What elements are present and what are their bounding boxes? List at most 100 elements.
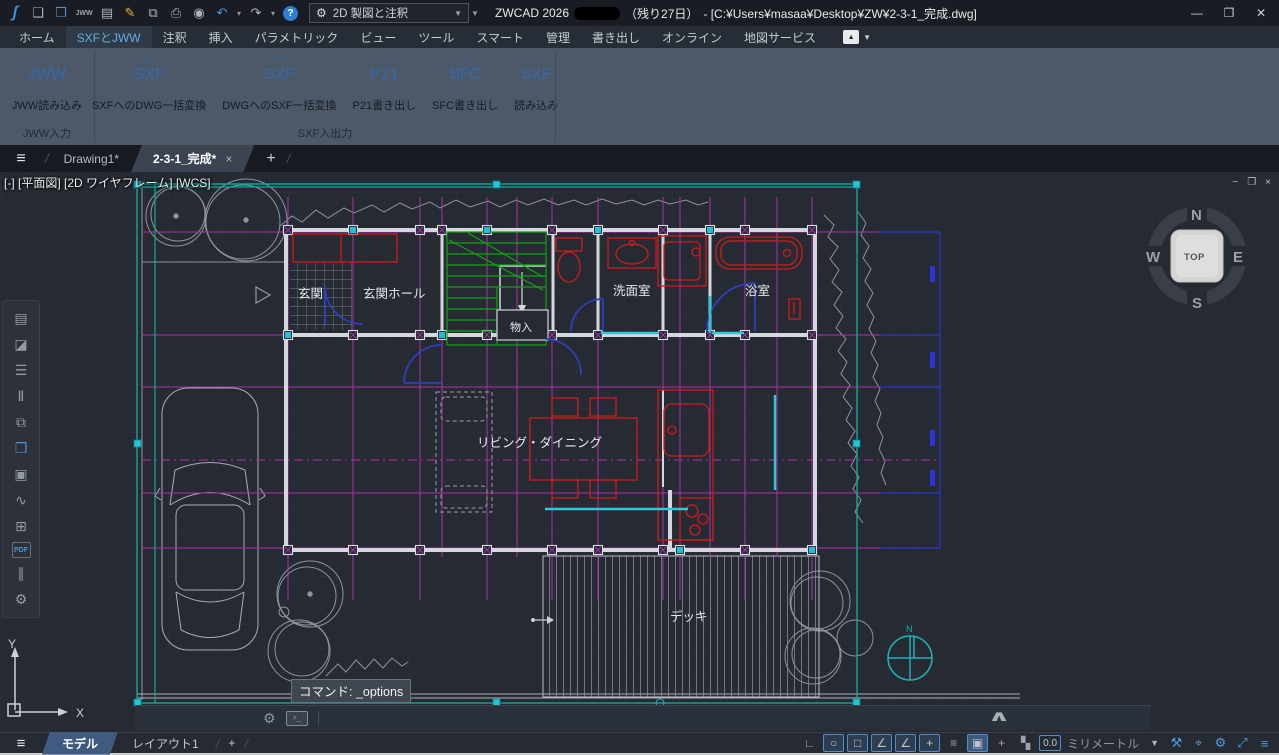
drawing-canvas[interactable]: N Y X 玄関 玄関ホール 物入 洗面室 浴室 リビング・ダイニング デッキ <box>0 172 1279 732</box>
tab-manage[interactable]: 管理 <box>535 26 581 49</box>
tab-parametric[interactable]: パラメトリック <box>244 26 350 49</box>
compass-west[interactable]: W <box>1146 249 1161 266</box>
image-attach-icon[interactable]: ▣ <box>9 464 33 485</box>
tab-tools[interactable]: ツール <box>407 26 465 49</box>
command-line-dock[interactable]: ⚙ >_ ∧ <box>135 705 1151 730</box>
sfc-down-arrow-icon: ↓ <box>463 53 467 66</box>
doc-tab-completed-drawing[interactable]: 2-3-1_完成* × <box>131 145 254 172</box>
angle-snap-icon[interactable]: ∠ <box>871 734 892 752</box>
copy-icon[interactable]: ⧉ <box>142 3 164 23</box>
pdf-export-icon[interactable]: PDF <box>12 542 31 558</box>
label-deck: デッキ <box>670 609 708 624</box>
tab-layout1[interactable]: レイアウト1 <box>118 732 213 755</box>
close-button[interactable]: ✕ <box>1247 3 1275 23</box>
smart-tools-icon[interactable]: ⚒ <box>1167 734 1186 752</box>
annotation-scale-icon[interactable]: + <box>991 734 1012 752</box>
units-precision-badge[interactable]: 0.0 <box>1039 735 1061 751</box>
tab-home[interactable]: ホーム <box>8 26 66 49</box>
sxf-batch-to-dwg-button[interactable]: ↓↓↓ SXF SXFへのDWG一括変換 <box>84 53 214 113</box>
new-tab-button[interactable]: + <box>266 150 275 168</box>
sxf-big-label: SXF <box>134 66 165 90</box>
tab-smart[interactable]: スマート <box>465 26 535 49</box>
redo-caret-icon[interactable]: ▾ <box>268 3 278 23</box>
tab-view[interactable]: ビュー <box>349 26 407 49</box>
compass-north[interactable]: N <box>1191 207 1202 224</box>
status-menu-icon[interactable]: ≡ <box>1255 734 1274 752</box>
dynamic-input-icon[interactable]: ∠ <box>895 734 916 752</box>
ribbon-collapse-up-icon[interactable]: ▲ <box>843 30 859 44</box>
ribbon-collapse-control[interactable]: ▲ ▼ <box>843 30 871 44</box>
palette-settings-icon[interactable]: ⚙ <box>9 589 33 610</box>
polyline-tool-icon[interactable]: ∿ <box>9 490 33 511</box>
undo-icon[interactable]: ↶ <box>211 3 233 23</box>
tab-model[interactable]: モデル <box>42 732 118 755</box>
app-logo-icon[interactable]: ʃ <box>4 3 26 23</box>
object-snap-icon[interactable]: □ <box>847 734 868 752</box>
sxf-import-button[interactable]: ↑ SXF 読み込み <box>506 53 566 113</box>
open-folder-icon[interactable]: ❒ <box>50 3 72 23</box>
workspace-dropdown[interactable]: ⚙ 2D 製図と注釈 ▼ <box>309 3 469 23</box>
undo-caret-icon[interactable]: ▾ <box>234 3 244 23</box>
block-library-icon[interactable]: ⧉ <box>9 412 33 433</box>
lineweight-icon[interactable]: ≡ <box>943 734 964 752</box>
settings-gear-icon[interactable]: ⚙ <box>1211 734 1230 752</box>
ortho-mode-icon[interactable]: ∟ <box>799 734 820 752</box>
qat-customize-icon[interactable]: ▼ <box>470 3 480 23</box>
selection-options-icon[interactable]: ⌖ <box>1189 734 1208 752</box>
command-window-icon[interactable]: >_ <box>286 711 308 726</box>
layout-menu-icon[interactable]: ≡ <box>0 735 42 752</box>
command-settings-icon[interactable]: ⚙ <box>263 710 276 727</box>
units-dropdown-icon[interactable]: ▼ <box>1150 738 1159 748</box>
parallel-tool-icon[interactable]: ∥ <box>9 563 33 584</box>
compass-east[interactable]: E <box>1233 249 1243 266</box>
layer-manager-icon[interactable]: ▤ <box>9 308 33 329</box>
tab-online[interactable]: オンライン <box>651 26 733 49</box>
expand-dock-chevron-icon[interactable]: ∧ <box>988 707 1011 725</box>
restore-button[interactable]: ❐ <box>1215 3 1243 23</box>
save-as-icon[interactable]: ✎ <box>119 3 141 23</box>
new-file-icon[interactable]: ❏ <box>27 3 49 23</box>
linetype-list-icon[interactable]: ☰ <box>9 360 33 381</box>
polar-tracking-icon[interactable]: ○ <box>823 734 844 752</box>
tab-insert[interactable]: 挿入 <box>198 26 244 49</box>
jww-import-icon[interactable]: JWW <box>73 3 95 23</box>
save-icon[interactable]: ▤ <box>96 3 118 23</box>
compass-south[interactable]: S <box>1192 295 1202 312</box>
help-icon[interactable]: ? <box>283 6 298 21</box>
doc-tab-drawing1[interactable]: Drawing1* <box>52 147 131 171</box>
p21-export-button[interactable]: ↓ P21 P21書き出し <box>345 53 425 113</box>
tab-annotate[interactable]: 注釈 <box>152 26 198 49</box>
ucs-y-label: Y <box>8 637 16 651</box>
add-layout-button[interactable]: + <box>222 733 241 753</box>
minimize-button[interactable]: — <box>1183 3 1211 23</box>
dynamic-ucs-icon[interactable]: ▣ <box>967 734 988 752</box>
preview-icon[interactable]: ◉ <box>188 3 210 23</box>
viewport-tool-icon[interactable]: ⊞ <box>9 516 33 537</box>
column-tool-icon[interactable]: Ⅱ <box>9 386 33 407</box>
fullscreen-icon[interactable]: ⤢ <box>1233 734 1252 752</box>
paste-blocks-icon[interactable]: ❒ <box>9 438 33 459</box>
viewport-close-icon[interactable]: × <box>1265 177 1271 188</box>
redacted-license-name <box>574 7 620 20</box>
tab-sxf-jww[interactable]: SXFとJWW <box>66 26 152 49</box>
tab-mapservice[interactable]: 地図サービス <box>733 26 827 49</box>
viewport-controls-label[interactable]: [-] [平面図] [2D ワイヤフレーム] [WCS] <box>4 174 211 191</box>
viewport-minimize-icon[interactable]: − <box>1232 177 1238 188</box>
document-menu-icon[interactable]: ≡ <box>0 150 42 168</box>
redo-icon[interactable]: ↷ <box>245 3 267 23</box>
close-tab-icon[interactable]: × <box>225 152 232 166</box>
viewport-restore-icon[interactable]: ❐ <box>1247 177 1256 188</box>
window-title: ZWCAD 2026 （残り27日） - [C:¥Users¥masaa¥Des… <box>495 5 977 22</box>
print-icon[interactable]: ⎙ <box>165 3 187 23</box>
status-bar: ∟○□∠∠+≡▣+▚ 0.0 ミリメートル ▼ ⚒⌖⚙⤢≡ <box>799 734 1279 752</box>
annotation-visibility-icon[interactable]: ▚ <box>1015 734 1036 752</box>
compass-top-button[interactable]: TOP <box>1184 252 1205 263</box>
snap-tracking-icon[interactable]: + <box>919 734 940 752</box>
object-snap-tool-icon[interactable]: ◪ <box>9 334 33 355</box>
jww-button-label: JWW読み込み <box>12 97 82 113</box>
ribbon-collapse-down-icon[interactable]: ▼ <box>863 33 871 42</box>
jww-import-button[interactable]: ↑ JWW JWW読み込み <box>4 53 90 113</box>
sfc-export-button[interactable]: ↓ SFC SFC書き出し <box>424 53 506 113</box>
tab-export[interactable]: 書き出し <box>581 26 651 49</box>
dwg-batch-to-sxf-button[interactable]: ↑↑↑ SXF DWGへのSXF一括変換 <box>214 53 344 113</box>
